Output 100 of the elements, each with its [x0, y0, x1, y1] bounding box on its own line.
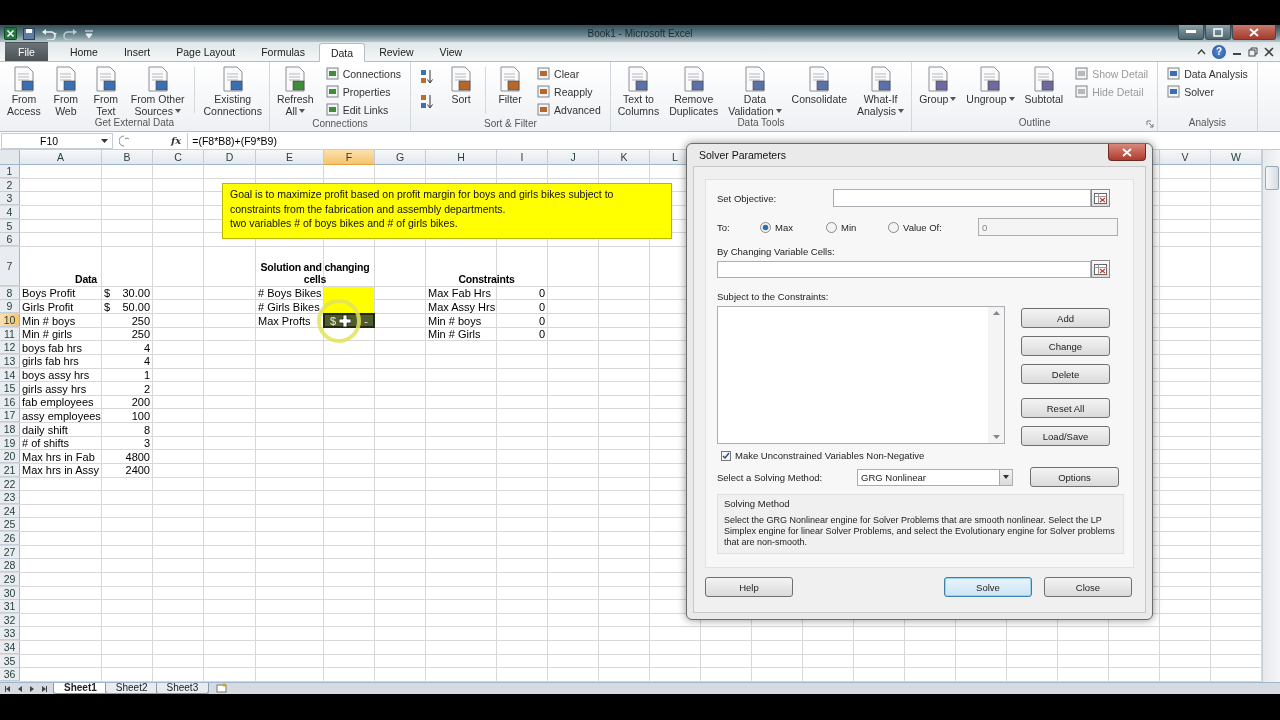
radio-option[interactable]: Min	[826, 221, 888, 233]
ribbon-button[interactable]: Refresh All	[272, 65, 318, 117]
changing-cells-field[interactable]	[717, 260, 1091, 278]
ribbon-tab[interactable]: Review	[367, 42, 426, 61]
row-header[interactable]: 17	[0, 409, 20, 423]
column-header[interactable]: D	[204, 150, 256, 165]
dialog-button[interactable]: Change	[1021, 336, 1110, 356]
dialog-button[interactable]: Solve	[944, 577, 1032, 597]
redo-icon[interactable]	[63, 27, 79, 40]
checkbox[interactable]	[721, 450, 731, 461]
ribbon-button[interactable]: Subtotal	[1020, 65, 1068, 105]
row-header[interactable]: 23	[0, 491, 20, 505]
ribbon-button[interactable]: Text to Columns	[613, 65, 664, 117]
row-header[interactable]: 31	[0, 600, 20, 614]
close-icon[interactable]	[1264, 46, 1274, 57]
column-header[interactable]: W	[1211, 150, 1262, 165]
column-header[interactable]: C	[153, 150, 204, 165]
vertical-scrollbar[interactable]	[1262, 150, 1280, 682]
ribbon-button[interactable]: Group	[915, 65, 961, 105]
ribbon-button[interactable]: Consolidate	[787, 65, 851, 105]
row-header[interactable]: 9	[0, 300, 20, 314]
ribbon-tab[interactable]: Page Layout	[164, 42, 248, 61]
column-header[interactable]: G	[375, 150, 426, 165]
ribbon-button[interactable]: Connections	[322, 65, 405, 82]
column-header[interactable]: F	[324, 150, 375, 165]
dialog-launcher-icon[interactable]	[1146, 120, 1155, 128]
dialog-button[interactable]: Close	[1044, 577, 1132, 597]
ribbon-button[interactable]: Data Analysis	[1164, 65, 1251, 82]
column-header[interactable]: E	[256, 150, 324, 165]
dialog-close-button[interactable]	[1108, 144, 1146, 161]
last-sheet-icon[interactable]	[40, 684, 48, 693]
options-button[interactable]: Options	[1030, 467, 1119, 487]
objective-field[interactable]	[833, 189, 1091, 207]
radio-icon[interactable]	[888, 221, 899, 233]
row-header[interactable]: 6	[0, 233, 20, 247]
row-header[interactable]: 28	[0, 559, 20, 573]
ribbon-tab[interactable]: View	[427, 42, 475, 61]
ribbon-button[interactable]: Filter	[491, 65, 530, 105]
column-header[interactable]: A	[20, 150, 102, 165]
ribbon-button[interactable]: Properties	[322, 83, 405, 100]
insert-function-button[interactable]: fx	[171, 135, 182, 146]
ribbon-button[interactable]: Edit Links	[322, 101, 405, 118]
dialog-button[interactable]: Delete	[1021, 364, 1110, 384]
scroll-down-icon[interactable]	[992, 435, 1000, 439]
radio-option[interactable]: Value Of:	[888, 221, 978, 233]
range-select-button[interactable]	[1091, 260, 1110, 278]
ribbon-button[interactable]: What-If Analysis	[853, 65, 909, 117]
checkbox-option[interactable]: Make Unconstrained Variables Non-Negative	[717, 450, 1110, 461]
dialog-button[interactable]: Load/Save	[1021, 426, 1110, 446]
restore-icon[interactable]	[1248, 46, 1258, 57]
range-select-button[interactable]	[1091, 189, 1110, 207]
radio-option[interactable]: Max	[760, 221, 826, 233]
ribbon-button[interactable]: From Web	[46, 65, 85, 117]
column-header[interactable]: I	[497, 150, 548, 165]
previous-sheet-icon[interactable]	[16, 684, 24, 693]
row-header[interactable]: 33	[0, 627, 20, 641]
radio-icon[interactable]	[760, 221, 771, 233]
ribbon-button[interactable]: Advanced	[534, 101, 604, 118]
ribbon-tab[interactable]: Home	[57, 42, 110, 61]
ribbon-button[interactable]: Solver	[1164, 83, 1251, 100]
ribbon-tab[interactable]: Data	[318, 43, 366, 62]
row-header[interactable]: 20	[0, 450, 20, 464]
column-header[interactable]: B	[102, 150, 153, 165]
ribbon-button[interactable]: Clear	[534, 65, 604, 82]
row-header[interactable]: 26	[0, 532, 20, 545]
first-sheet-icon[interactable]	[4, 684, 12, 693]
row-header[interactable]: 12	[0, 341, 20, 355]
row-header[interactable]: 34	[0, 641, 20, 654]
row-header[interactable]: 18	[0, 423, 20, 436]
file-tab[interactable]: File	[5, 42, 48, 61]
dialog-button[interactable]: Reset All	[1021, 398, 1110, 418]
ribbon-button[interactable]: From Text	[86, 65, 125, 117]
collapse-ribbon-icon[interactable]	[1197, 48, 1206, 55]
column-header[interactable]: H	[426, 150, 497, 165]
save-icon[interactable]	[23, 27, 35, 40]
row-header[interactable]: 15	[0, 382, 20, 396]
radio-icon[interactable]	[826, 221, 837, 233]
row-header[interactable]: 3	[0, 192, 20, 206]
ribbon-button[interactable]: Sort	[442, 65, 481, 105]
row-header[interactable]: 7	[0, 246, 20, 286]
column-header[interactable]: V	[1160, 150, 1211, 165]
ribbon-button[interactable]: Data Validation	[724, 65, 786, 117]
ribbon-button[interactable]: From Other Sources	[126, 65, 189, 117]
ribbon-tab[interactable]: Insert	[111, 42, 163, 61]
undo-icon[interactable]	[41, 27, 57, 40]
name-box[interactable]: F10	[1, 132, 113, 149]
ribbon-button[interactable]: Ungroup	[962, 65, 1019, 105]
help-icon[interactable]: ?	[1212, 44, 1226, 59]
column-header[interactable]: J	[548, 150, 599, 165]
next-sheet-icon[interactable]	[28, 684, 36, 693]
row-header[interactable]: 36	[0, 668, 20, 682]
dialog-button[interactable]: Add	[1021, 308, 1110, 328]
close-button[interactable]	[1232, 25, 1276, 40]
ribbon-button[interactable]: From Access	[3, 65, 45, 117]
method-select[interactable]: GRG Nonlinear	[857, 468, 1013, 486]
ribbon-button[interactable]: Remove Duplicates	[665, 65, 723, 117]
ribbon-button[interactable]: Reapply	[534, 83, 604, 100]
ribbon-button[interactable]: Existing Connections	[199, 65, 266, 117]
ribbon-tab[interactable]: Formulas	[249, 42, 317, 61]
minimize-button[interactable]	[1178, 25, 1204, 40]
